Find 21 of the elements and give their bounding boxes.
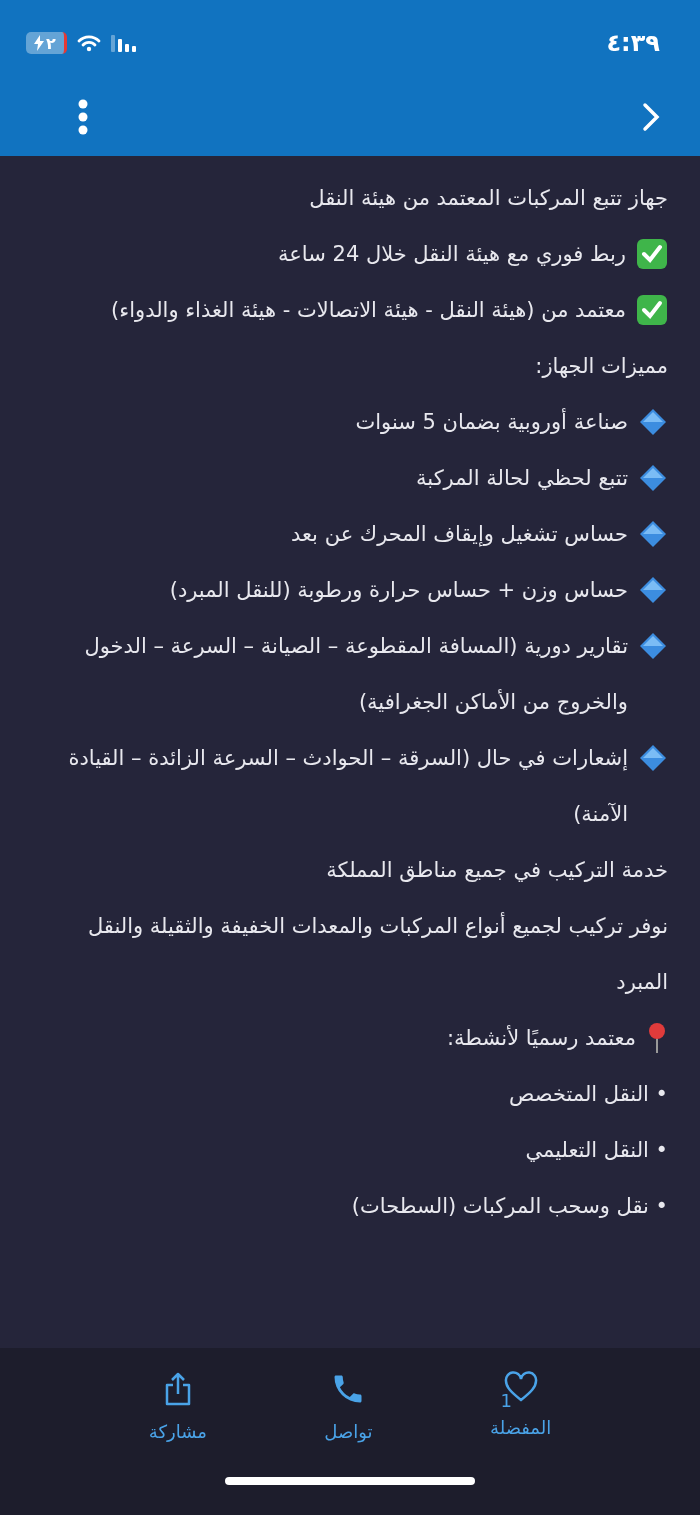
description-text: تتبع لحظي لحالة المركبة	[416, 465, 628, 492]
description-text: تقارير دورية (المسافة المقطوعة – الصيانة – السرعة – الدخول والخروج من الأماكن الجغرافية)	[83, 633, 628, 717]
description-text: حساس وزن + حساس حرارة ورطوبة (للنقل المبرد)	[169, 577, 628, 604]
description-text: معتمد من (هيئة النقل - هيئة الاتصالات - هيئة الغذاء والدواء)	[111, 297, 626, 324]
description-text: صناعة أوروبية بضمان 5 سنوات	[355, 407, 628, 436]
description-text: جهاز تتبع المركبات المعتمد من هيئة النقل	[309, 185, 668, 212]
share-tab[interactable]: مشاركة	[142, 1370, 213, 1443]
battery-level-text: ٢	[46, 33, 56, 53]
status-time: ٤:٣٩	[606, 29, 660, 57]
description-text: نوفر تركيب لجميع أنواع المركبات والمعدات الخفيفة والثقيلة والنقل المبرد	[86, 911, 668, 996]
description-text: خدمة التركيب في جميع مناطق المملكة	[326, 857, 668, 884]
description-text: • النقل التعليمي	[525, 1137, 668, 1164]
description-text: ربط فوري مع هيئة النقل خلال 24 ساعة	[278, 241, 626, 268]
description-text: حساس تشغيل وإيقاف المحرك عن بعد	[290, 521, 628, 549]
description-text: إشعارات في حال (السرقة – الحوادث – السرعة الزائدة – القيادة الآمنة)	[67, 745, 628, 828]
description-text: • نقل وسحب المركبات (السطحات)	[351, 1193, 668, 1220]
contact-tab[interactable]: تواصل	[318, 1370, 379, 1443]
description-text: معتمد رسميًا لأنشطة:	[447, 1024, 636, 1052]
description-text: • النقل المتخصص	[508, 1081, 668, 1108]
favorite-count: 1	[500, 1390, 512, 1412]
description-text: مميزات الجهاز:	[535, 353, 668, 380]
